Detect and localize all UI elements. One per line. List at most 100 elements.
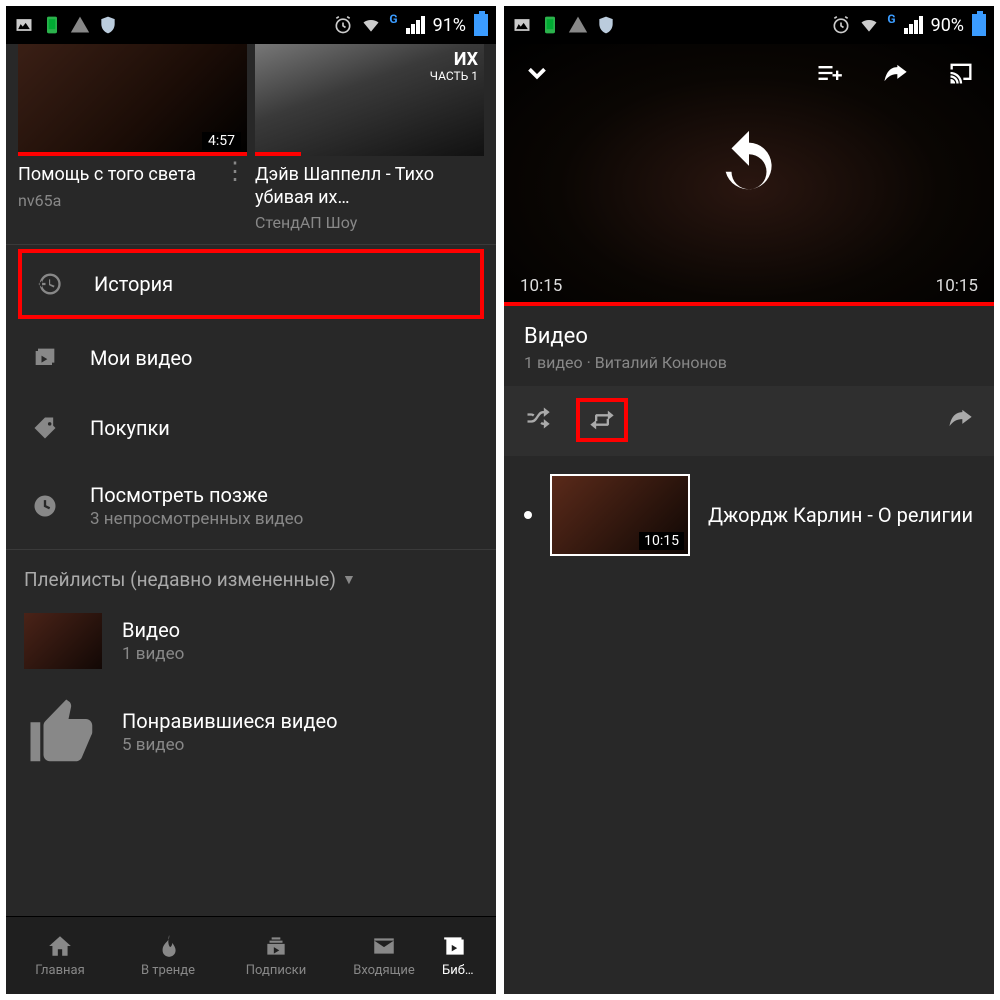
device-status-icon — [540, 15, 560, 35]
video-duration: 4:57 — [202, 132, 241, 150]
subscriptions-icon — [263, 933, 289, 959]
thumb-overlay-text: ИХ ЧАСТЬ 1 — [430, 50, 478, 83]
my-videos-icon — [30, 343, 60, 373]
network-g-icon: G — [389, 12, 397, 26]
nav-trending[interactable]: В тренде — [114, 917, 222, 994]
playlist-title: Видео — [524, 324, 974, 349]
dropdown-icon: ▼ — [342, 571, 356, 588]
nav-subscriptions[interactable]: Подписки — [222, 917, 330, 994]
nav-label: В тренде — [141, 963, 195, 978]
signal-bars-icon — [406, 16, 425, 34]
screenshots-container: G 91% 4:57 Помощь с того света nv65a ⋮ — [0, 0, 1000, 1000]
video-title: Дэйв Шаппелл - Тихо убивая их… — [255, 164, 484, 209]
battery-icon — [972, 14, 986, 36]
playlist-controls — [504, 386, 994, 456]
picture-status-icon — [14, 15, 34, 35]
playlist-header: Видео 1 видео · Виталий Кононов — [504, 306, 994, 386]
playlist-item[interactable]: Видео 1 видео — [6, 601, 496, 681]
status-left — [14, 15, 118, 35]
add-to-playlist-button[interactable] — [814, 58, 844, 88]
loop-button[interactable] — [576, 398, 628, 442]
phone-left: G 91% 4:57 Помощь с того света nv65a ⋮ — [6, 6, 496, 994]
video-card[interactable]: ИХ ЧАСТЬ 1 Дэйв Шаппелл - Тихо убивая их… — [255, 44, 484, 232]
now-playing-indicator-icon — [524, 511, 532, 519]
share-playlist-button[interactable] — [946, 404, 974, 436]
recent-videos-row: 4:57 Помощь с того света nv65a ⋮ ИХ ЧАСТ… — [6, 44, 496, 244]
status-bar: G 90% — [504, 6, 994, 44]
video-player[interactable]: 10:15 10:15 — [504, 44, 994, 306]
shuffle-button[interactable] — [524, 404, 552, 436]
nav-label: Подписки — [246, 963, 306, 978]
playlist-thumbnail — [24, 613, 102, 669]
signal-bars-icon — [904, 16, 923, 34]
status-right: G 91% — [333, 14, 488, 36]
video-channel: nv65a — [18, 191, 247, 210]
library-item-label: Покупки — [90, 416, 170, 440]
device-status-icon — [42, 15, 62, 35]
clock-icon — [30, 491, 60, 521]
status-left — [512, 15, 616, 35]
playlist-item-liked[interactable]: Понравившиеся видео 5 видео — [6, 681, 496, 783]
battery-percent: 91% — [433, 15, 466, 36]
battery-percent: 90% — [931, 15, 964, 36]
library-item-label: История — [94, 272, 173, 296]
history-icon — [34, 269, 64, 299]
player-progress-bar[interactable] — [504, 302, 994, 306]
library-item-label: Посмотреть позже — [90, 483, 303, 507]
video-thumbnail[interactable]: 4:57 — [18, 44, 247, 156]
playlists-section-header[interactable]: Плейлисты (недавно измененные) ▼ — [6, 549, 496, 601]
playlist-sub: 5 видео — [122, 735, 338, 755]
shield-status-icon — [596, 15, 616, 35]
playlist-video-title: Джордж Карлин - О религии — [708, 502, 973, 528]
library-icon — [442, 933, 468, 959]
playlist-title: Видео — [122, 618, 184, 642]
battery-icon — [474, 14, 488, 36]
nav-home[interactable]: Главная — [6, 917, 114, 994]
video-duration: 10:15 — [639, 532, 684, 550]
library-item-watchlater[interactable]: Посмотреть позже 3 непросмотренных видео — [6, 463, 496, 549]
time-row: 10:15 10:15 — [520, 276, 978, 296]
trending-icon — [155, 933, 181, 959]
wifi-status-icon — [859, 15, 879, 35]
watch-progress-bar — [255, 152, 301, 156]
current-time: 10:15 — [520, 276, 562, 296]
warning-status-icon — [70, 15, 90, 35]
collapse-player-button[interactable] — [522, 58, 552, 88]
alarm-status-icon — [333, 15, 353, 35]
picture-status-icon — [512, 15, 532, 35]
warning-status-icon — [568, 15, 588, 35]
playlist-title: Понравившиеся видео — [122, 709, 338, 733]
network-g-icon: G — [887, 12, 895, 26]
like-icon — [24, 693, 102, 771]
video-card[interactable]: 4:57 Помощь с того света nv65a ⋮ — [18, 44, 247, 232]
playlists-header-label: Плейлисты (недавно измененные) — [24, 568, 336, 591]
home-icon — [47, 933, 73, 959]
library-item-purchases[interactable]: Покупки — [6, 393, 496, 463]
share-button[interactable] — [880, 58, 910, 88]
playlist-video-thumbnail[interactable]: 10:15 — [550, 474, 690, 556]
nav-label: Входящие — [353, 963, 415, 978]
mail-icon — [371, 933, 397, 959]
video-thumbnail[interactable]: ИХ ЧАСТЬ 1 — [255, 44, 484, 156]
shield-status-icon — [98, 15, 118, 35]
player-top-controls — [504, 44, 994, 88]
library-item-history[interactable]: История — [18, 249, 484, 319]
total-time: 10:15 — [936, 276, 978, 296]
library-list: История Мои видео Покупки Посмотреть — [6, 244, 496, 549]
nav-label: Биб… — [442, 963, 474, 978]
video-channel: СтендАП Шоу — [255, 213, 484, 232]
library-item-myvideos[interactable]: Мои видео — [6, 323, 496, 393]
wifi-status-icon — [361, 15, 381, 35]
status-right: G 90% — [831, 14, 986, 36]
video-more-icon[interactable]: ⋮ — [223, 164, 247, 178]
nav-library[interactable]: Биб… — [438, 917, 496, 994]
status-bar: G 91% — [6, 6, 496, 44]
playlist-video-item[interactable]: 10:15 Джордж Карлин - О религии — [504, 456, 994, 574]
tag-icon — [30, 413, 60, 443]
nav-inbox[interactable]: Входящие — [330, 917, 438, 994]
watch-progress-bar — [18, 152, 247, 156]
cast-button[interactable] — [946, 58, 976, 88]
alarm-status-icon — [831, 15, 851, 35]
bottom-nav: Главная В тренде Подписки Входящие Биб… — [6, 916, 496, 994]
replay-button[interactable] — [714, 128, 784, 202]
